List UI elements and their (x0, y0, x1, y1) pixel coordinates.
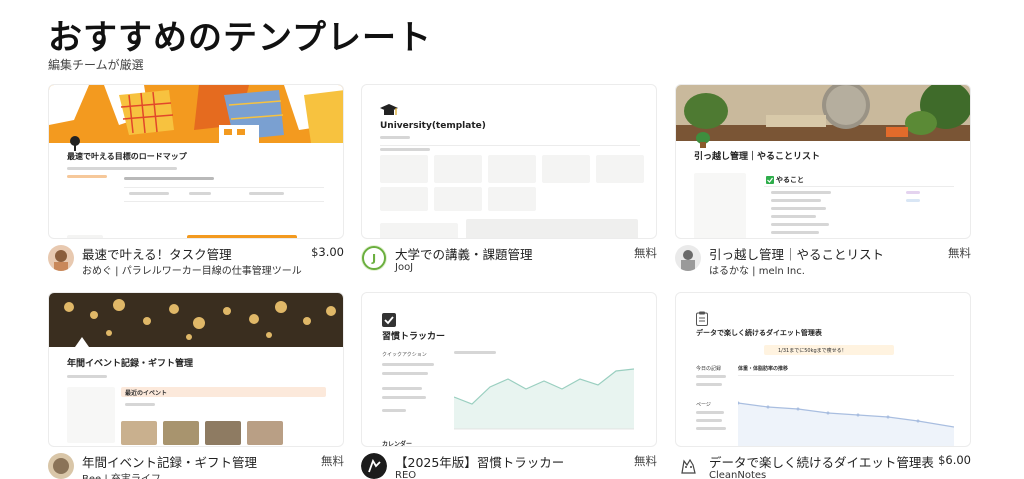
card-price: 無料 (321, 454, 344, 468)
creator-avatar (675, 245, 701, 271)
card-title[interactable]: 最速で叶える！タスク管理 (82, 244, 232, 263)
cover-photo (676, 85, 970, 141)
preview-title: 引っ越し管理｜やることリスト (694, 152, 821, 162)
svg-text:J: J (371, 252, 376, 265)
card-creator: REO (395, 470, 417, 479)
pin-icon (70, 136, 80, 151)
template-card-diet[interactable]: データで楽しく続けるダイエット管理表 1/31までに50kgまで痩せる！ 今日の… (675, 292, 971, 479)
creator-avatar (48, 245, 74, 271)
card-creator: CleanNotes (709, 470, 767, 479)
card-creator: おめぐ | パラレルワーカー目線の仕事管理ツール (82, 266, 302, 277)
preview-banner: 1/31までに50kgまで痩せる！ (764, 345, 894, 355)
template-thumbnail[interactable]: データで楽しく続けるダイエット管理表 1/31までに50kgまで痩せる！ 今日の… (675, 292, 971, 447)
cover-photo (49, 293, 343, 347)
page-subtitle: 編集チームが厳選 (48, 58, 144, 72)
template-card-university[interactable]: University(template) J 大学での講義・課題管理 JooJ … (361, 84, 657, 289)
template-card-task[interactable]: 最速で叶える目標のロードマップ 最速で叶える！タスク管理 おめぐ | パラレルワ… (48, 84, 344, 289)
creator-avatar: J (361, 245, 387, 271)
card-price: $3.00 (311, 245, 344, 259)
card-price: 無料 (634, 454, 657, 468)
preview-side-label: クイックアクション (382, 352, 427, 358)
card-creator: JooJ (395, 262, 414, 273)
cover-illustration (49, 85, 343, 143)
preview-title: 年間イベント記録・ギフト管理 (67, 359, 194, 369)
preview-title: データで楽しく続けるダイエット管理表 (696, 329, 822, 337)
card-price: $6.00 (938, 453, 971, 467)
template-thumbnail[interactable]: 習慣トラッカー クイックアクション カレンダー (361, 292, 657, 447)
preview-section: 最近のイベント (125, 390, 168, 397)
card-title[interactable]: 大学での講義・課題管理 (395, 244, 533, 263)
template-card-events[interactable]: 年間イベント記録・ギフト管理 最近のイベント 年間イベント記録・ギフト管理 Be… (48, 292, 344, 479)
clipboard-icon (696, 311, 708, 326)
weight-chart (738, 401, 954, 446)
template-card-habit[interactable]: 習慣トラッカー クイックアクション カレンダー 【2025年版】習慣トラッカー … (361, 292, 657, 479)
habit-chart (454, 368, 635, 430)
preview-section: やること (776, 176, 804, 184)
card-price: 無料 (948, 246, 971, 260)
card-creator: Bee | 充実ライフ (82, 470, 161, 479)
graduation-cap-icon (380, 104, 398, 115)
creator-avatar (675, 453, 701, 479)
template-card-moving[interactable]: 引っ越し管理｜やることリスト やること 引っ越し管理｜やることリスト はるかな … (675, 84, 971, 289)
card-title[interactable]: 引っ越し管理｜やることリスト (709, 244, 884, 263)
preview-chart-title: 体重・体脂肪率の推移 (738, 366, 789, 372)
card-price: 無料 (634, 246, 657, 260)
card-title[interactable]: 【2025年版】習慣トラッカー (395, 452, 564, 471)
preview-side-label: 今日の記録 (696, 366, 722, 372)
template-thumbnail[interactable]: 年間イベント記録・ギフト管理 最近のイベント (48, 292, 344, 447)
page-title: おすすめのテンプレート (48, 18, 432, 58)
template-thumbnail[interactable]: 引っ越し管理｜やることリスト やること (675, 84, 971, 239)
template-thumbnail[interactable]: University(template) (361, 84, 657, 239)
checkbox-icon (382, 313, 396, 327)
template-thumbnail[interactable]: 最速で叶える目標のロードマップ (48, 84, 344, 239)
check-icon (766, 176, 774, 184)
card-title[interactable]: 年間イベント記録・ギフト管理 (82, 452, 257, 471)
card-title[interactable]: データで楽しく続けるダイエット管理表 (709, 452, 934, 471)
preview-title: 最速で叶える目標のロードマップ (67, 152, 187, 161)
creator-avatar (361, 453, 387, 479)
creator-avatar (48, 453, 74, 479)
plant-icon (696, 132, 710, 148)
preview-footer: カレンダー (382, 441, 413, 447)
card-creator: はるかな | meln Inc. (709, 266, 805, 277)
preview-title: 習慣トラッカー (382, 332, 446, 342)
preview-side-label-2: ページ (696, 402, 711, 408)
preview-title: University(template) (380, 121, 486, 131)
